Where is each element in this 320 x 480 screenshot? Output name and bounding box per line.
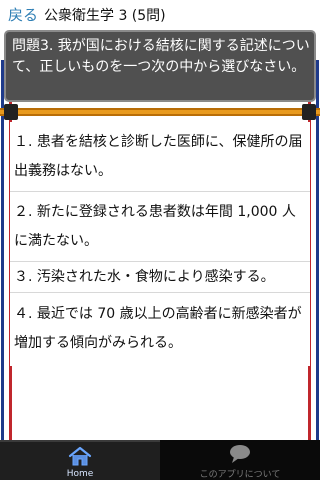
page-title: 公衆衛生学 3 (5問) [44,8,166,24]
divider-cap-left [4,104,18,120]
answer-option-3-text: ３. 汚染された水・食物により感染する。 [14,269,275,285]
tab-about-label: このアプリについて [199,470,281,480]
answer-list: １. 患者を結核と診断した医師に、保健所の届出義務はない。 ２. 新たに登録され… [10,122,310,366]
divider-bar [0,104,320,120]
tab-about[interactable]: このアプリについて [160,440,320,480]
answer-option-1-text: １. 患者を結核と診断した医師に、保健所の届出義務はない。 [14,134,303,179]
tab-home[interactable]: Home [0,440,160,480]
answer-option-4[interactable]: ４. 最近では 70 歳以上の高齢者に新感染者が増加する傾向がみられる。 [10,294,310,364]
divider-cap-right [302,104,316,120]
tab-home-label: Home [66,469,94,479]
question-text: 問題3. 我が国における結核に関する記述について、正しいものを一つ次の中から選び… [12,38,310,75]
back-button[interactable]: 戻る [8,4,38,25]
answer-option-4-text: ４. 最近では 70 歳以上の高齢者に新感染者が増加する傾向がみられる。 [14,306,302,351]
bottom-tab-bar: Home このアプリについて [0,440,320,480]
answer-option-2-text: ２. 新たに登録される患者数は年間 1,000 人に満たない。 [14,204,296,249]
top-bar: 戻る 公衆衛生学 3 (5問) [0,0,320,30]
home-icon [68,446,92,466]
answer-option-3[interactable]: ３. 汚染された水・食物により感染する。 [10,263,310,293]
answer-option-2[interactable]: ２. 新たに登録される患者数は年間 1,000 人に満たない。 [10,193,310,262]
answer-option-1[interactable]: １. 患者を結核と診断した医師に、保健所の届出義務はない。 [10,122,310,192]
question-box: 問題3. 我が国における結核に関する記述について、正しいものを一つ次の中から選び… [4,30,316,102]
speech-bubble-icon [230,445,250,463]
